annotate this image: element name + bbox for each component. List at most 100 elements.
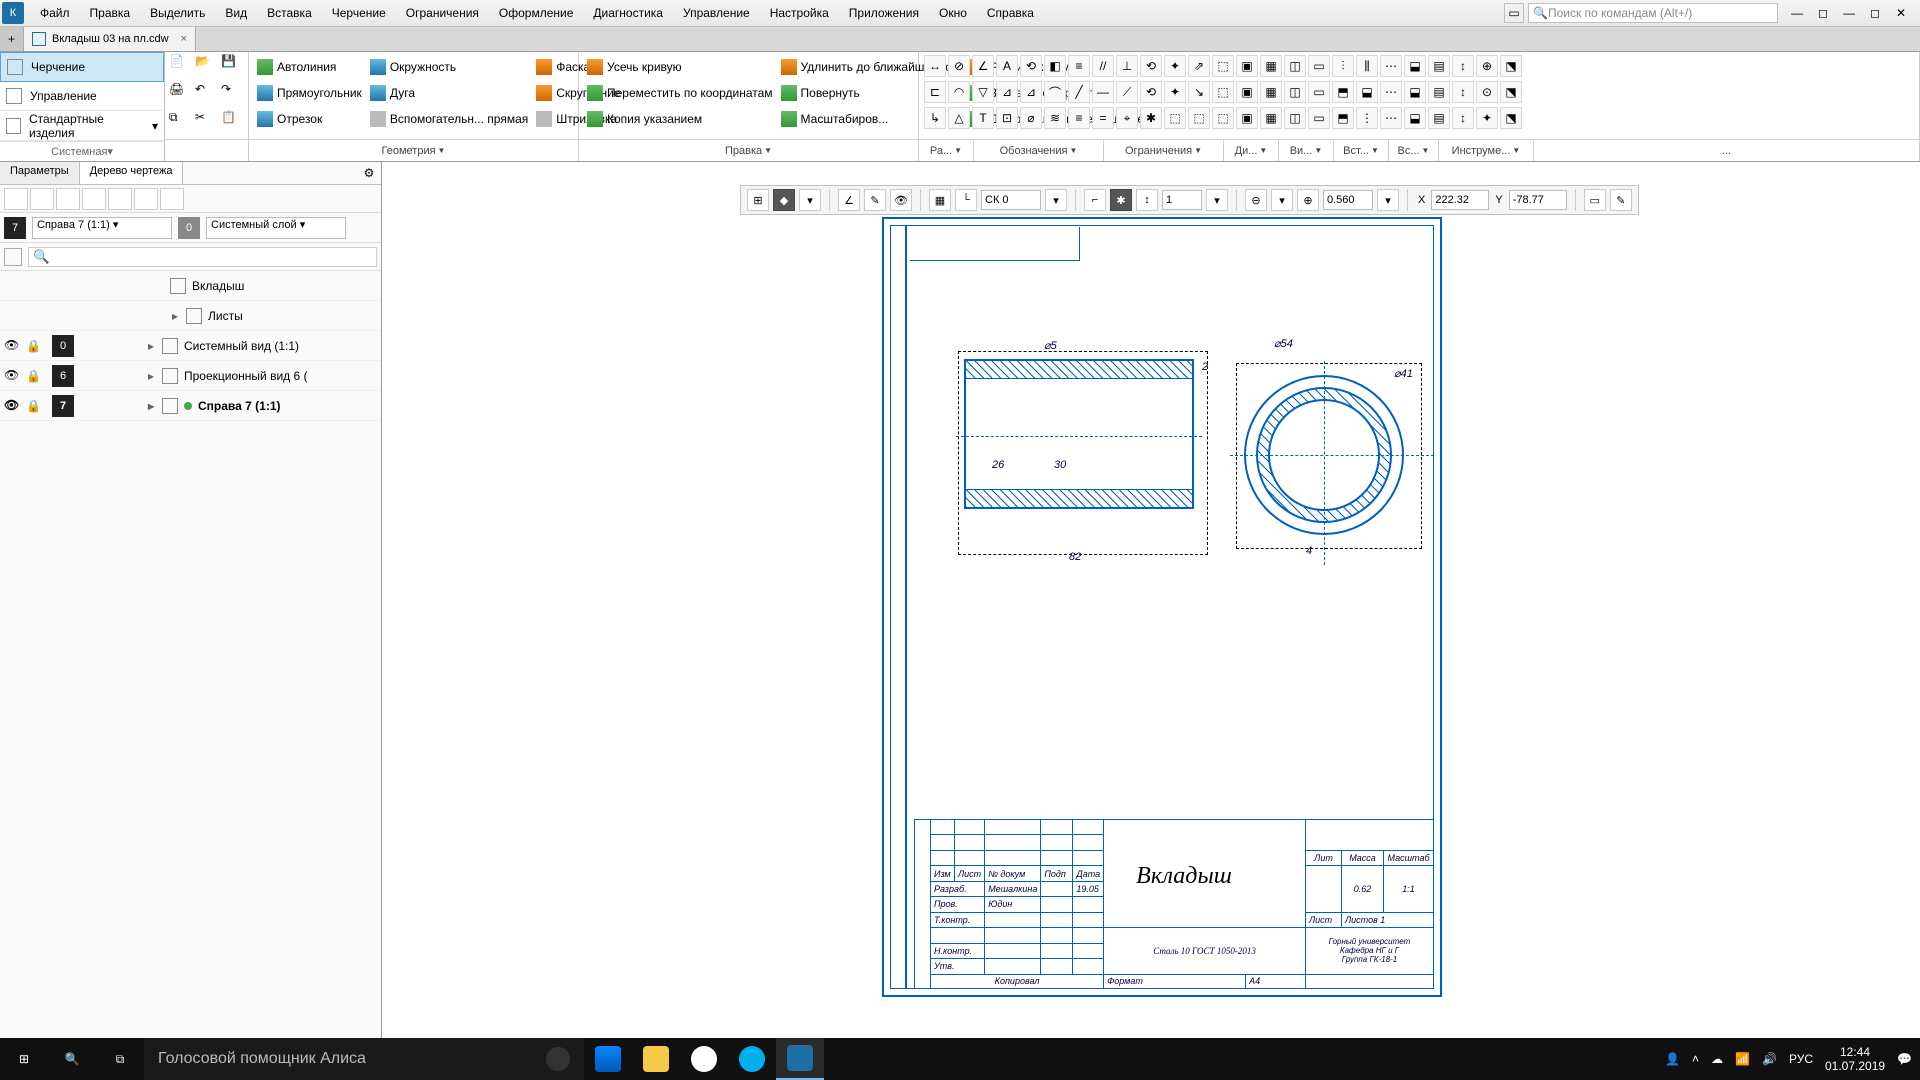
vb-icon[interactable]: ∠ bbox=[838, 189, 860, 211]
ribbon-icon[interactable]: ▭ bbox=[1308, 55, 1330, 77]
tree-view-0[interactable]: 👁🔒 0 ▸ Системный вид (1:1) bbox=[0, 331, 381, 361]
vb-dropdown-icon[interactable]: ▾ bbox=[1045, 189, 1067, 211]
ribbon-icon[interactable]: ⬚ bbox=[1212, 107, 1234, 129]
tree-view-6[interactable]: 👁🔒 6 ▸ Проекционный вид 6 ( bbox=[0, 361, 381, 391]
ribbon-icon[interactable]: ⬓ bbox=[1404, 81, 1426, 103]
tool-trim[interactable]: Усечь кривую bbox=[583, 54, 777, 80]
ribbon-icon[interactable]: ⊿ bbox=[996, 81, 1018, 103]
ribbon-icon[interactable]: ⫶ bbox=[1332, 55, 1354, 77]
inner-minimize-button[interactable]: — bbox=[1786, 4, 1808, 22]
ribbon-icon[interactable]: ⇗ bbox=[1188, 55, 1210, 77]
tray-wifi-icon[interactable]: 📶 bbox=[1735, 1052, 1750, 1066]
menu-edit[interactable]: Правка bbox=[80, 2, 141, 24]
grid-icon[interactable]: ▦ bbox=[929, 189, 951, 211]
ribbon-icon[interactable]: ↕ bbox=[1452, 107, 1474, 129]
taskview-button[interactable]: ⧉ bbox=[96, 1038, 144, 1080]
tray-clock[interactable]: 12:44 01.07.2019 bbox=[1825, 1045, 1885, 1074]
ortho-icon[interactable]: ⌐ bbox=[1084, 189, 1106, 211]
layout-toggle-icon[interactable]: ▭ bbox=[1504, 3, 1524, 23]
tray-notifications-icon[interactable]: 💬 bbox=[1897, 1052, 1912, 1066]
open-file-icon[interactable]: 📂 bbox=[195, 54, 219, 80]
scale-axis-icon[interactable]: ↕ bbox=[1136, 189, 1158, 211]
tray-lang[interactable]: РУС bbox=[1789, 1052, 1813, 1066]
ribbon-icon[interactable]: ▭ bbox=[1308, 81, 1330, 103]
ribbon-icon[interactable]: ⊿ bbox=[1020, 81, 1042, 103]
ribbon-icon[interactable]: ⬓ bbox=[1404, 55, 1426, 77]
visibility-icon[interactable]: 👁 bbox=[4, 338, 20, 354]
ribbon-icon[interactable]: ⟲ bbox=[1140, 55, 1162, 77]
ribbon-icon[interactable]: ✱ bbox=[1140, 107, 1162, 129]
ribbon-icon[interactable]: ⬔ bbox=[1500, 107, 1522, 129]
ribbon-icon[interactable]: ⬓ bbox=[1356, 81, 1378, 103]
voice-assistant-bar[interactable]: Голосовой помощник Алиса bbox=[144, 1038, 584, 1080]
ribbon-icon[interactable]: ⬚ bbox=[1212, 81, 1234, 103]
visibility-icon[interactable]: 👁 bbox=[4, 398, 20, 414]
ribbon-icon[interactable]: ⌖ bbox=[1116, 107, 1138, 129]
ribbon-icon[interactable]: ⬚ bbox=[1164, 107, 1186, 129]
lock-icon[interactable]: 🔒 bbox=[26, 399, 40, 413]
menu-apps[interactable]: Приложения bbox=[839, 2, 929, 24]
tool-moveto[interactable]: Переместить по координатам bbox=[583, 80, 777, 106]
ribbon-icon[interactable]: ≋ bbox=[1044, 107, 1066, 129]
side-tool-icon[interactable] bbox=[82, 188, 106, 210]
side-tool-icon[interactable] bbox=[108, 188, 132, 210]
ribbon-icon[interactable]: ↳ bbox=[924, 107, 946, 129]
ribbon-icon[interactable]: ⬔ bbox=[1500, 81, 1522, 103]
coord-x[interactable] bbox=[1431, 190, 1489, 210]
ribbon-icon[interactable]: ⟲ bbox=[1020, 55, 1042, 77]
ribbon-icon[interactable]: ⋯ bbox=[1380, 107, 1402, 129]
close-tab-icon[interactable]: × bbox=[175, 33, 187, 45]
tool-arc[interactable]: Дуга bbox=[366, 80, 532, 106]
taskbar-app-kompas[interactable] bbox=[776, 1038, 824, 1080]
menu-diag[interactable]: Диагностика bbox=[583, 2, 673, 24]
ribbon-icon[interactable]: ▦ bbox=[1260, 81, 1282, 103]
ribbon-icon[interactable]: = bbox=[1092, 107, 1114, 129]
menu-drafting[interactable]: Черчение bbox=[322, 2, 396, 24]
ribbon-icon[interactable]: ⋯ bbox=[1380, 55, 1402, 77]
ribbon-icon[interactable]: ↕ bbox=[1452, 81, 1474, 103]
vb-dropdown-icon[interactable]: ▾ bbox=[1206, 189, 1228, 211]
undo-icon[interactable]: ↶ bbox=[195, 82, 219, 108]
ribbon-icon[interactable]: ▣ bbox=[1236, 107, 1258, 129]
menu-insert[interactable]: Вставка bbox=[257, 2, 322, 24]
filter-icon[interactable] bbox=[4, 248, 22, 266]
side-tool-icon[interactable] bbox=[160, 188, 184, 210]
menu-help[interactable]: Справка bbox=[977, 2, 1044, 24]
menu-manage[interactable]: Управление bbox=[673, 2, 760, 24]
menu-view[interactable]: Вид bbox=[215, 2, 257, 24]
ribbon-icon[interactable]: ↕ bbox=[1452, 55, 1474, 77]
menu-window[interactable]: Окно bbox=[929, 2, 977, 24]
close-button[interactable]: ✕ bbox=[1890, 4, 1912, 22]
new-tab-button[interactable]: + bbox=[0, 27, 24, 51]
vb-dropdown-icon[interactable]: ▾ bbox=[799, 189, 821, 211]
ribbon-icon[interactable]: ≡ bbox=[1068, 107, 1090, 129]
taskbar-app-edge[interactable] bbox=[584, 1038, 632, 1080]
redo-icon[interactable]: ↷ bbox=[221, 82, 245, 108]
ribbon-icon[interactable]: ⬚ bbox=[1188, 107, 1210, 129]
vb-icon[interactable]: 👁 bbox=[890, 189, 912, 211]
copy-icon[interactable]: ⧉ bbox=[169, 110, 193, 136]
ribbon-icon[interactable]: ╱ bbox=[1068, 81, 1090, 103]
search-button[interactable]: 🔍 bbox=[48, 1038, 96, 1080]
side-tab-tree[interactable]: Дерево чертежа bbox=[80, 162, 184, 184]
visibility-icon[interactable]: 👁 bbox=[4, 368, 20, 384]
tray-chevron-icon[interactable]: ˄ bbox=[1692, 1052, 1699, 1066]
ribbon-icon[interactable]: ▣ bbox=[1236, 55, 1258, 77]
ribbon-icon[interactable]: ⌀ bbox=[1020, 107, 1042, 129]
ribbon-icon[interactable]: ◠ bbox=[948, 81, 970, 103]
ribbon-icon[interactable]: ⋮ bbox=[1356, 107, 1378, 129]
cut-icon[interactable]: ✂ bbox=[195, 110, 219, 136]
lock-icon[interactable]: 🔒 bbox=[26, 369, 40, 383]
command-search[interactable]: 🔍 Поиск по командам (Alt+/) bbox=[1528, 3, 1778, 23]
side-tool-icon[interactable] bbox=[4, 188, 28, 210]
ribbon-icon[interactable]: ▽ bbox=[972, 81, 994, 103]
view-selector[interactable]: Справа 7 (1:1) ▾ bbox=[32, 217, 172, 239]
ribbon-icon[interactable]: ⊏ bbox=[924, 81, 946, 103]
scale-input[interactable] bbox=[1162, 190, 1202, 210]
print-icon[interactable]: 🖨 bbox=[169, 82, 193, 108]
save-file-icon[interactable]: 💾 bbox=[221, 54, 245, 80]
cs-selector[interactable] bbox=[981, 190, 1041, 210]
ribbon-icon[interactable]: ▦ bbox=[1260, 55, 1282, 77]
ribbon-icon[interactable]: ⬒ bbox=[1332, 107, 1354, 129]
ribbon-icon[interactable]: ⊡ bbox=[996, 107, 1018, 129]
